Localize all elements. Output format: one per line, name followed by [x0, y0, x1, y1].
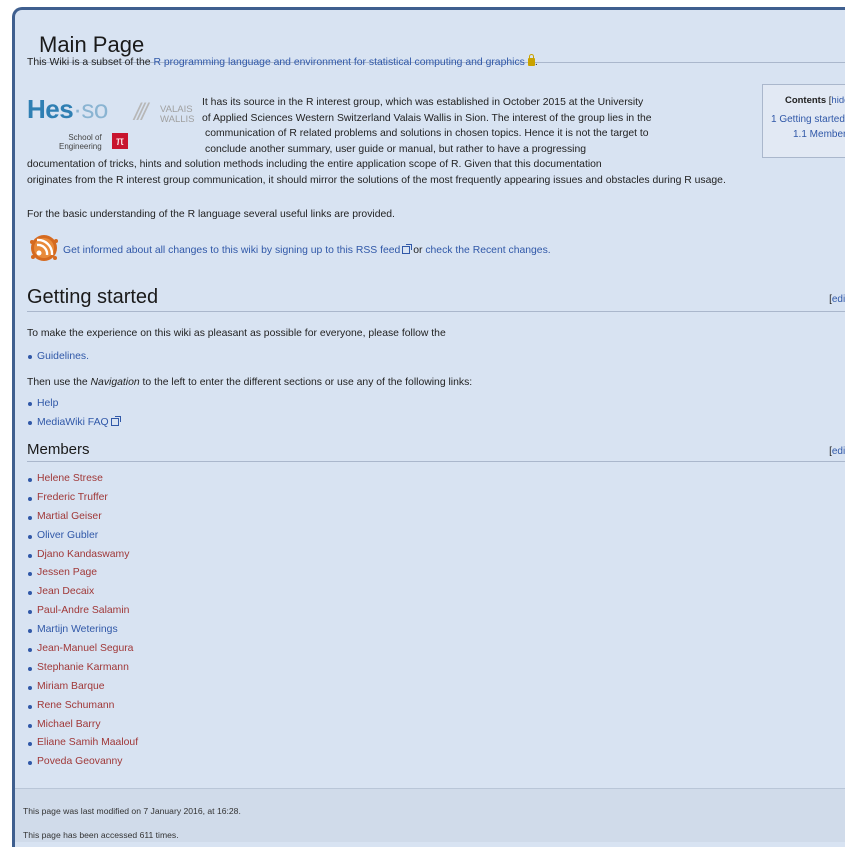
list-item: Help — [27, 394, 119, 413]
list-item: Rene Schumann — [27, 697, 138, 716]
edit-getting-started: [edit — [829, 294, 845, 305]
help-link[interactable]: Help — [37, 398, 58, 409]
external-link-icon — [110, 416, 121, 426]
member-link[interactable]: Stephanie Karmann — [37, 662, 129, 673]
member-link[interactable]: Helene Strese — [37, 473, 103, 484]
r-language-link[interactable]: R programming language and environment f… — [153, 57, 524, 68]
page-frame: Main Page This Wiki is a subset of the R… — [12, 7, 845, 847]
list-item: Martial Geiser — [27, 508, 138, 527]
member-link[interactable]: Jean Decaix — [37, 586, 94, 597]
help-links-list: Help MediaWiki FAQ — [27, 394, 121, 432]
member-link[interactable]: Eliane Samih Maalouf — [37, 737, 138, 748]
edit-link-members[interactable]: edit — [832, 446, 845, 457]
member-link[interactable]: Martial Geiser — [37, 511, 102, 522]
rss-feed-icon — [30, 235, 58, 261]
edit-link-getting-started[interactable]: edit — [832, 294, 845, 305]
member-link[interactable]: Poveda Geovanny — [37, 756, 123, 767]
member-link[interactable]: Jean-Manuel Segura — [37, 643, 133, 654]
members-list: Helene Strese Frederic Truffer Martial Gei… — [27, 470, 138, 772]
rss-text: Get informed about all changes to this w… — [63, 244, 551, 256]
basic-understanding-text: For the basic understanding of the R lan… — [27, 209, 395, 220]
section-heading-getting-started: Getting started [edit — [27, 286, 845, 312]
intro-body: It has its source in the R interest grou… — [27, 97, 726, 186]
getting-started-intro: To make the experience on this wiki as p… — [27, 328, 446, 339]
list-item: Poveda Geovanny — [27, 753, 138, 772]
navigation-text: Then use the Navigation to the left to e… — [27, 377, 473, 388]
list-item: Djano Kandaswamy — [27, 546, 138, 565]
list-item: Paul-Andre Salamin — [27, 602, 138, 621]
list-item: Stephanie Karmann — [27, 659, 138, 678]
list-item: Jean-Manuel Segura — [27, 640, 138, 659]
guidelines-list: Guidelines. — [27, 347, 89, 366]
member-link[interactable]: Jessen Page — [37, 567, 97, 578]
list-item: MediaWiki FAQ — [27, 413, 121, 432]
member-link[interactable]: Miriam Barque — [37, 681, 105, 692]
external-link-icon — [402, 244, 413, 254]
recent-changes-link[interactable]: check the Recent changes. — [425, 245, 550, 256]
footer-access-count: This page has been accessed 611 times. — [23, 830, 179, 840]
mediawiki-faq-link[interactable]: MediaWiki FAQ — [37, 417, 109, 428]
member-link[interactable]: Paul-Andre Salamin — [37, 605, 129, 616]
list-item: Martijn Weterings — [27, 621, 138, 640]
member-link[interactable]: Michael Barry — [37, 719, 101, 730]
list-item: Eliane Samih Maalouf — [27, 734, 138, 753]
list-item: Frederic Truffer — [27, 489, 138, 508]
list-item: Jean Decaix — [27, 583, 138, 602]
member-link[interactable]: Rene Schumann — [37, 700, 114, 711]
list-item: Miriam Barque — [27, 678, 138, 697]
lock-icon — [527, 54, 535, 66]
member-link[interactable]: Oliver Gubler — [37, 530, 98, 541]
list-item: Michael Barry — [27, 716, 138, 735]
page-footer: This page was last modified on 7 January… — [15, 788, 845, 842]
footer-last-modified: This page was last modified on 7 January… — [23, 806, 241, 816]
member-link[interactable]: Martijn Weterings — [37, 624, 118, 635]
list-item: Oliver Gubler — [27, 527, 138, 546]
edit-members: [edit — [829, 446, 845, 457]
list-item: Guidelines. — [27, 347, 89, 366]
guidelines-link[interactable]: Guidelines. — [37, 351, 89, 362]
rss-feed-link[interactable]: Get informed about all changes to this w… — [63, 245, 400, 256]
intro-line: This Wiki is a subset of the R programmi… — [27, 54, 538, 68]
list-item: Helene Strese — [27, 470, 138, 489]
section-heading-members: Members [edit — [27, 441, 845, 462]
member-link[interactable]: Djano Kandaswamy — [37, 549, 129, 560]
member-link[interactable]: Frederic Truffer — [37, 492, 108, 503]
list-item: Jessen Page — [27, 564, 138, 583]
intro-prefix: This Wiki is a subset of the — [27, 57, 154, 68]
